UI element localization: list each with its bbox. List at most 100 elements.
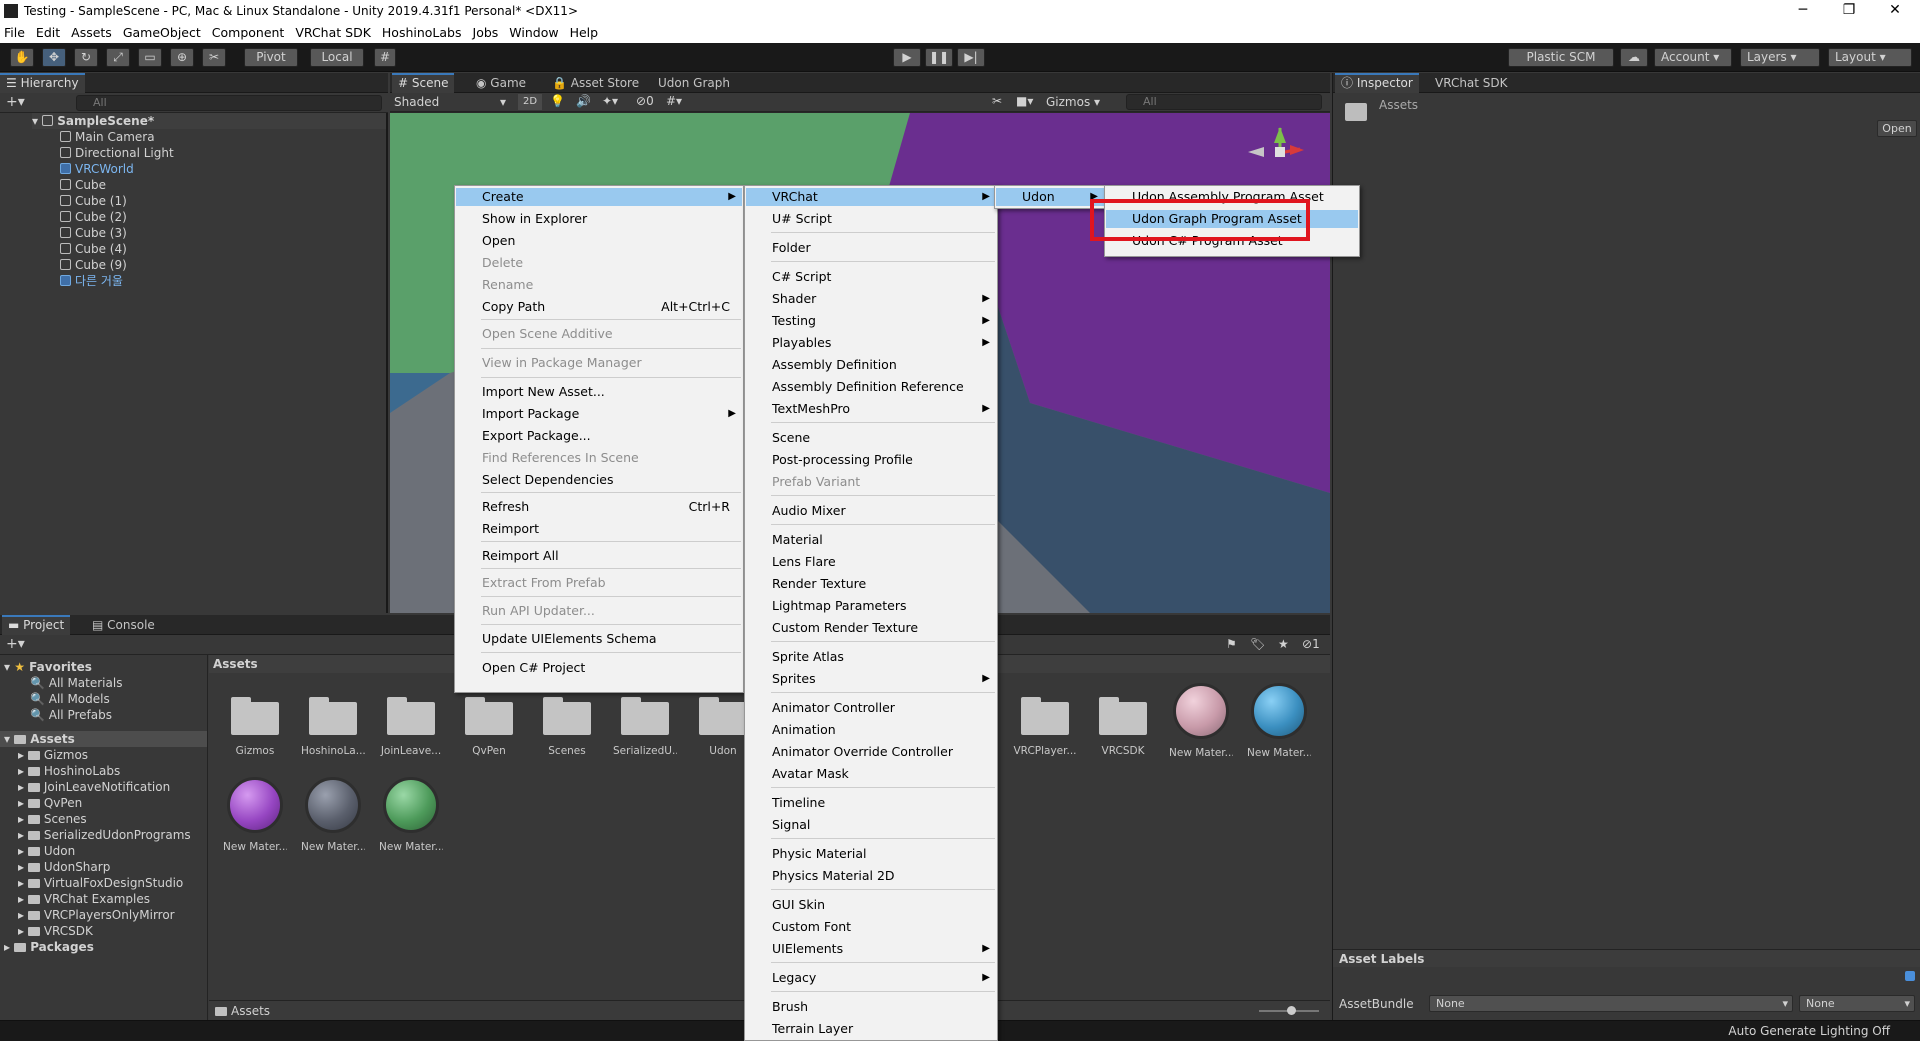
hierarchy-item[interactable]: Cube — [60, 177, 106, 193]
menu-edit[interactable]: Edit — [36, 25, 60, 40]
audio-icon[interactable]: 🔊 — [576, 94, 591, 108]
menu-item-copy-path[interactable]: Copy Path Alt+Ctrl+C — [456, 298, 742, 316]
menu-item-animator-controller[interactable]: Animator Controller — [746, 699, 996, 717]
folder-item[interactable]: ▸ JoinLeaveNotification — [18, 779, 170, 795]
asset-material[interactable]: New Mater... — [1169, 683, 1233, 759]
step-button[interactable]: ▶| — [957, 48, 985, 67]
zoom-slider-handle[interactable] — [1287, 1006, 1296, 1015]
menu-item-avatar-mask[interactable]: Avatar Mask — [746, 765, 996, 783]
hierarchy-item[interactable]: Cube (3) — [60, 225, 127, 241]
menu-item-scene[interactable]: Scene — [746, 429, 996, 447]
transform-tool-icon[interactable]: ⊕ — [170, 48, 194, 67]
hierarchy-item[interactable]: Directional Light — [60, 145, 174, 161]
asset-folder[interactable]: QvPen — [457, 697, 521, 757]
asset-material[interactable]: New Mater... — [1247, 683, 1311, 759]
scale-tool-icon[interactable]: ⤢ — [106, 48, 130, 67]
menu-item-sprites[interactable]: Sprites ▶ — [746, 670, 996, 688]
rect-tool-icon[interactable]: ▭ — [138, 48, 162, 67]
menu-item-reimport[interactable]: Reimport — [456, 520, 742, 538]
hierarchy-item[interactable]: VRCWorld — [60, 161, 134, 177]
restore-button[interactable]: ❐ — [1826, 0, 1872, 22]
menu-item-udon[interactable]: Udon ▶ — [996, 188, 1104, 206]
menu-item-physic-material[interactable]: Physic Material — [746, 845, 996, 863]
tools-icon[interactable]: ✂ — [992, 94, 1002, 108]
menu-item-signal[interactable]: Signal — [746, 816, 996, 834]
menu-item-open[interactable]: Open — [456, 232, 742, 250]
menu-item-legacy[interactable]: Legacy ▶ — [746, 969, 996, 987]
menu-item-gui-skin[interactable]: GUI Skin — [746, 896, 996, 914]
tab-project[interactable]: ▬ Project — [2, 615, 71, 635]
menu-hoshinolabs[interactable]: HoshinoLabs — [382, 25, 462, 40]
hidden-objects-icon[interactable]: ⊘0 — [636, 94, 654, 108]
menu-item-animation[interactable]: Animation — [746, 721, 996, 739]
menu-item-select-dependencies[interactable]: Select Dependencies — [456, 471, 742, 489]
asset-folder[interactable]: Scenes — [535, 697, 599, 757]
play-button[interactable]: ▶ — [893, 48, 921, 67]
tab-scene[interactable]: # Scene — [392, 73, 455, 93]
favorite-item[interactable]: 🔍 All Models — [30, 691, 110, 707]
menu-item-custom-render-texture[interactable]: Custom Render Texture — [746, 619, 996, 637]
local-toggle[interactable]: Local — [310, 48, 364, 67]
folder-item[interactable]: ▸ SerializedUdonPrograms — [18, 827, 191, 843]
menu-item-sprite-atlas[interactable]: Sprite Atlas — [746, 648, 996, 666]
menu-item-lens-flare[interactable]: Lens Flare — [746, 553, 996, 571]
filter-label-icon[interactable]: 🏷 — [1250, 637, 1265, 651]
menu-item-timeline[interactable]: Timeline — [746, 794, 996, 812]
hierarchy-item[interactable]: Cube (9) — [60, 257, 127, 273]
menu-item-physics-material-2d[interactable]: Physics Material 2D — [746, 867, 996, 885]
hidden-packages-icon[interactable]: ⊘1 — [1302, 637, 1320, 651]
asset-folder[interactable]: HoshinoLa... — [301, 697, 365, 757]
menu-item-csharp-script[interactable]: C# Script — [746, 268, 996, 286]
menu-item-uielements[interactable]: UIElements ▶ — [746, 940, 996, 958]
2d-toggle[interactable]: 2D — [518, 94, 542, 110]
asset-folder[interactable]: VRCPlayer... — [1013, 697, 1077, 757]
folder-item[interactable]: ▸ UdonSharp — [18, 859, 110, 875]
menu-item-export-package[interactable]: Export Package... — [456, 427, 742, 445]
menu-file[interactable]: File — [4, 25, 25, 40]
hierarchy-item[interactable]: 다른 거울 — [60, 273, 123, 289]
lighting-icon[interactable]: 💡 — [550, 94, 565, 108]
grid-icon[interactable]: #▾ — [666, 94, 682, 108]
account-dropdown[interactable]: Account ▾ — [1654, 48, 1732, 67]
menu-window[interactable]: Window — [509, 25, 558, 40]
menu-item-show-in-explorer[interactable]: Show in Explorer — [456, 210, 742, 228]
menu-item-render-texture[interactable]: Render Texture — [746, 575, 996, 593]
menu-vrchat-sdk[interactable]: VRChat SDK — [295, 25, 371, 40]
pivot-toggle[interactable]: Pivot — [244, 48, 298, 67]
menu-item-assembly-definition[interactable]: Assembly Definition — [746, 356, 996, 374]
asset-folder[interactable]: Gizmos — [223, 697, 287, 757]
menu-item-reimport-all[interactable]: Reimport All — [456, 547, 742, 565]
menu-item-post-processing-profile[interactable]: Post-processing Profile — [746, 451, 996, 469]
asset-labels-header[interactable]: Asset Labels — [1333, 949, 1920, 967]
assets-root[interactable]: ▾ Assets — [0, 731, 207, 747]
menu-assets[interactable]: Assets — [71, 25, 112, 40]
minimize-button[interactable]: ─ — [1780, 0, 1826, 22]
folder-item[interactable]: ▸ VirtualFoxDesignStudio — [18, 875, 183, 891]
gizmos-dropdown[interactable]: Gizmos ▾ — [1046, 94, 1110, 110]
folder-item[interactable]: ▸ HoshinoLabs — [18, 763, 120, 779]
folder-item[interactable]: ▸ VRCSDK — [18, 923, 93, 939]
menu-item-import-package[interactable]: Import Package ▶ — [456, 405, 742, 423]
menu-item-lightmap-parameters[interactable]: Lightmap Parameters — [746, 597, 996, 615]
pause-button[interactable]: ❚❚ — [925, 48, 953, 67]
asset-material[interactable]: New Mater... — [379, 777, 443, 853]
add-icon[interactable]: +▾ — [6, 94, 25, 110]
tab-inspector[interactable]: ⓘ Inspector — [1335, 73, 1419, 93]
asset-material[interactable]: New Mater... — [223, 777, 287, 853]
grid-snap-icon[interactable]: # — [374, 48, 396, 67]
menu-jobs[interactable]: Jobs — [473, 25, 499, 40]
open-button[interactable]: Open — [1877, 120, 1917, 137]
close-button[interactable]: ✕ — [1872, 0, 1918, 22]
effects-icon[interactable]: ✦▾ — [602, 94, 618, 108]
folder-item[interactable]: ▸ Gizmos — [18, 747, 88, 763]
hierarchy-item[interactable]: Cube (2) — [60, 209, 127, 225]
menu-help[interactable]: Help — [570, 25, 599, 40]
folder-item[interactable]: ▸ Udon — [18, 843, 75, 859]
folder-item[interactable]: ▸ QvPen — [18, 795, 82, 811]
menu-item-create[interactable]: Create ▶ — [456, 188, 742, 206]
asset-material[interactable]: New Mater... — [301, 777, 365, 853]
menu-item-usharp-script[interactable]: U# Script — [746, 210, 996, 228]
menu-item-testing[interactable]: Testing ▶ — [746, 312, 996, 330]
scene-search-input[interactable]: All — [1126, 94, 1322, 110]
menu-item-terrain-layer[interactable]: Terrain Layer — [746, 1020, 996, 1038]
